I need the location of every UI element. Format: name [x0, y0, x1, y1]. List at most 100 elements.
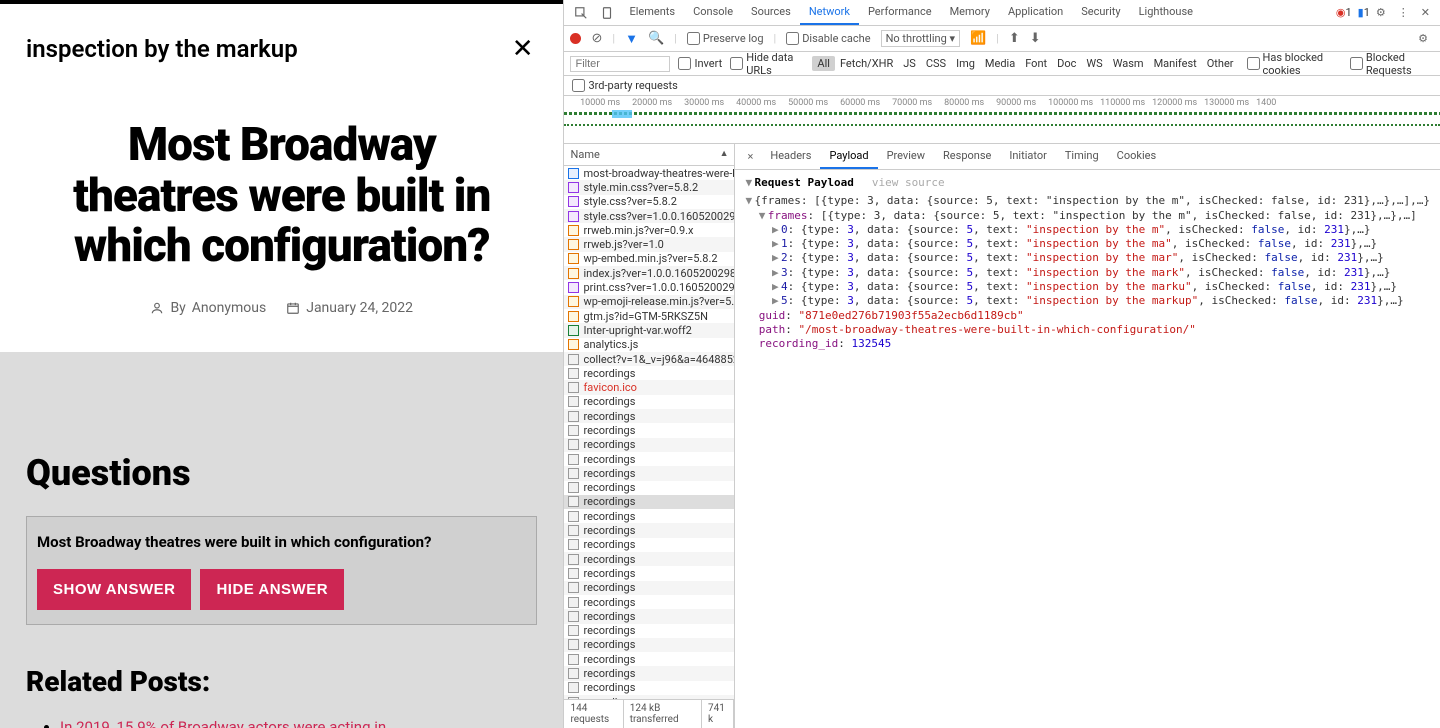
request-row[interactable]: recordings: [564, 638, 734, 652]
upload-icon[interactable]: ⬆: [1009, 31, 1020, 46]
detail-tab-response[interactable]: Response: [934, 144, 1000, 169]
request-row[interactable]: recordings: [564, 438, 734, 452]
inspect-icon[interactable]: [568, 6, 594, 20]
tab-elements[interactable]: Elements: [620, 0, 684, 25]
filter-type-font[interactable]: Font: [1020, 56, 1052, 71]
filter-type-other[interactable]: Other: [1202, 56, 1239, 71]
device-icon[interactable]: [594, 6, 620, 20]
request-row[interactable]: Inter-upright-var.woff2: [564, 323, 734, 337]
tab-security[interactable]: Security: [1072, 0, 1129, 25]
show-answer-button[interactable]: SHOW ANSWER: [37, 569, 191, 610]
request-row[interactable]: wp-emoji-release.min.js?ver=5.8.2: [564, 295, 734, 309]
request-row[interactable]: index.js?ver=1.0.0.1605200298: [564, 266, 734, 280]
tab-performance[interactable]: Performance: [859, 0, 941, 25]
filter-toggle-icon[interactable]: ▼: [625, 31, 638, 47]
request-row[interactable]: recordings: [564, 609, 734, 623]
request-row[interactable]: rrweb.js?ver=1.0: [564, 237, 734, 251]
tab-application[interactable]: Application: [999, 0, 1072, 25]
filter-type-ws[interactable]: WS: [1081, 56, 1107, 71]
request-row[interactable]: recordings: [564, 523, 734, 537]
filter-type-js[interactable]: JS: [898, 56, 921, 71]
request-row[interactable]: collect?v=1&_v=j96&a=464885235&t=.: [564, 352, 734, 366]
request-row[interactable]: recordings: [564, 566, 734, 580]
network-timeline[interactable]: 10000 ms20000 ms30000 ms40000 ms50000 ms…: [564, 96, 1440, 144]
filter-type-fetch-xhr[interactable]: Fetch/XHR: [835, 56, 898, 71]
tree-line[interactable]: ▶2: {type: 3, data: {source: 5, text: "i…: [745, 251, 1430, 265]
filter-type-css[interactable]: CSS: [921, 56, 951, 71]
filter-type-manifest[interactable]: Manifest: [1149, 56, 1202, 71]
request-row[interactable]: recordings: [564, 366, 734, 380]
wifi-icon[interactable]: 📶: [970, 31, 986, 46]
detail-tab-headers[interactable]: Headers: [761, 144, 820, 169]
request-row[interactable]: style.min.css?ver=5.8.2: [564, 180, 734, 194]
view-source-link[interactable]: view source: [872, 176, 945, 190]
record-icon[interactable]: [570, 33, 581, 44]
gear-icon[interactable]: ⚙: [1412, 32, 1434, 45]
search-icon[interactable]: 🔍: [648, 31, 664, 46]
request-row[interactable]: rrweb.min.js?ver=0.9.x: [564, 223, 734, 237]
request-list-header[interactable]: Name▲: [564, 144, 734, 166]
request-row[interactable]: most-broadway-theatres-were-built-in...: [564, 166, 734, 180]
tree-line[interactable]: ▶3: {type: 3, data: {source: 5, text: "i…: [745, 266, 1430, 280]
request-row[interactable]: recordings: [564, 652, 734, 666]
filter-input[interactable]: [570, 56, 670, 72]
request-row[interactable]: recordings: [564, 495, 734, 509]
hide-data-urls-checkbox[interactable]: Hide data URLs: [730, 51, 804, 77]
blocked-requests-checkbox[interactable]: Blocked Requests: [1350, 51, 1434, 77]
tab-memory[interactable]: Memory: [941, 0, 999, 25]
request-row[interactable]: recordings: [564, 624, 734, 638]
tab-network[interactable]: Network: [800, 0, 859, 25]
tab-sources[interactable]: Sources: [742, 0, 800, 25]
tree-line[interactable]: ▼{frames: [{type: 3, data: {source: 5, t…: [745, 194, 1430, 208]
error-badge[interactable]: ◉1: [1336, 6, 1352, 19]
clear-icon[interactable]: ⊘: [591, 31, 602, 46]
request-row[interactable]: gtm.js?id=GTM-5RKSZ5N: [564, 309, 734, 323]
tree-line[interactable]: ▼frames: [{type: 3, data: {source: 5, te…: [745, 209, 1430, 223]
filter-type-all[interactable]: All: [812, 56, 835, 71]
detail-tab-payload[interactable]: Payload: [820, 144, 877, 169]
tab-lighthouse[interactable]: Lighthouse: [1130, 0, 1202, 25]
request-row[interactable]: recordings: [564, 409, 734, 423]
request-row[interactable]: recordings: [564, 681, 734, 695]
tree-line[interactable]: recording_id: 132545: [745, 337, 1430, 351]
filter-type-media[interactable]: Media: [980, 56, 1020, 71]
request-row[interactable]: style.css?ver=1.0.0.1605200298: [564, 209, 734, 223]
related-link[interactable]: In 2019, 15.9% of Broadway actors were a…: [60, 718, 396, 728]
request-row[interactable]: recordings: [564, 395, 734, 409]
tab-console[interactable]: Console: [684, 0, 742, 25]
detail-tab-timing[interactable]: Timing: [1056, 144, 1108, 169]
request-row[interactable]: print.css?ver=1.0.0.1605200298: [564, 280, 734, 294]
request-row[interactable]: recordings: [564, 423, 734, 437]
filter-type-doc[interactable]: Doc: [1052, 56, 1081, 71]
request-row[interactable]: recordings: [564, 452, 734, 466]
tree-line[interactable]: ▶0: {type: 3, data: {source: 5, text: "i…: [745, 223, 1430, 237]
info-badge[interactable]: ▮1: [1358, 6, 1370, 19]
tree-line[interactable]: guid: "871e0ed276b71903f55a2ecb6d1189cb": [745, 309, 1430, 323]
disable-cache-checkbox[interactable]: Disable cache: [786, 32, 870, 45]
request-row[interactable]: recordings: [564, 466, 734, 480]
tree-line[interactable]: ▶4: {type: 3, data: {source: 5, text: "i…: [745, 280, 1430, 294]
download-icon[interactable]: ⬇: [1030, 31, 1041, 46]
filter-type-wasm[interactable]: Wasm: [1108, 56, 1149, 71]
request-row[interactable]: recordings: [564, 481, 734, 495]
request-row[interactable]: favicon.ico: [564, 380, 734, 394]
more-icon[interactable]: ⋮: [1392, 6, 1415, 19]
detail-tab-initiator[interactable]: Initiator: [1000, 144, 1056, 169]
third-party-checkbox[interactable]: 3rd-party requests: [572, 79, 1432, 92]
tree-line[interactable]: ▶5: {type: 3, data: {source: 5, text: "i…: [745, 294, 1430, 308]
request-row[interactable]: recordings: [564, 538, 734, 552]
request-row[interactable]: style.css?ver=5.8.2: [564, 195, 734, 209]
request-row[interactable]: recordings: [564, 509, 734, 523]
detail-tab-cookies[interactable]: Cookies: [1108, 144, 1165, 169]
preserve-log-checkbox[interactable]: Preserve log: [687, 32, 764, 45]
hide-answer-button[interactable]: HIDE ANSWER: [200, 569, 344, 610]
request-row[interactable]: analytics.js: [564, 338, 734, 352]
tree-line[interactable]: ▶1: {type: 3, data: {source: 5, text: "i…: [745, 237, 1430, 251]
filter-type-img[interactable]: Img: [951, 56, 980, 71]
request-row[interactable]: recordings: [564, 595, 734, 609]
gear-icon[interactable]: ⚙: [1370, 6, 1392, 19]
close-detail-icon[interactable]: ×: [739, 150, 761, 163]
tree-line[interactable]: path: "/most-broadway-theatres-were-buil…: [745, 323, 1430, 337]
throttling-select[interactable]: No throttling ▾: [881, 30, 960, 47]
request-row[interactable]: recordings: [564, 552, 734, 566]
